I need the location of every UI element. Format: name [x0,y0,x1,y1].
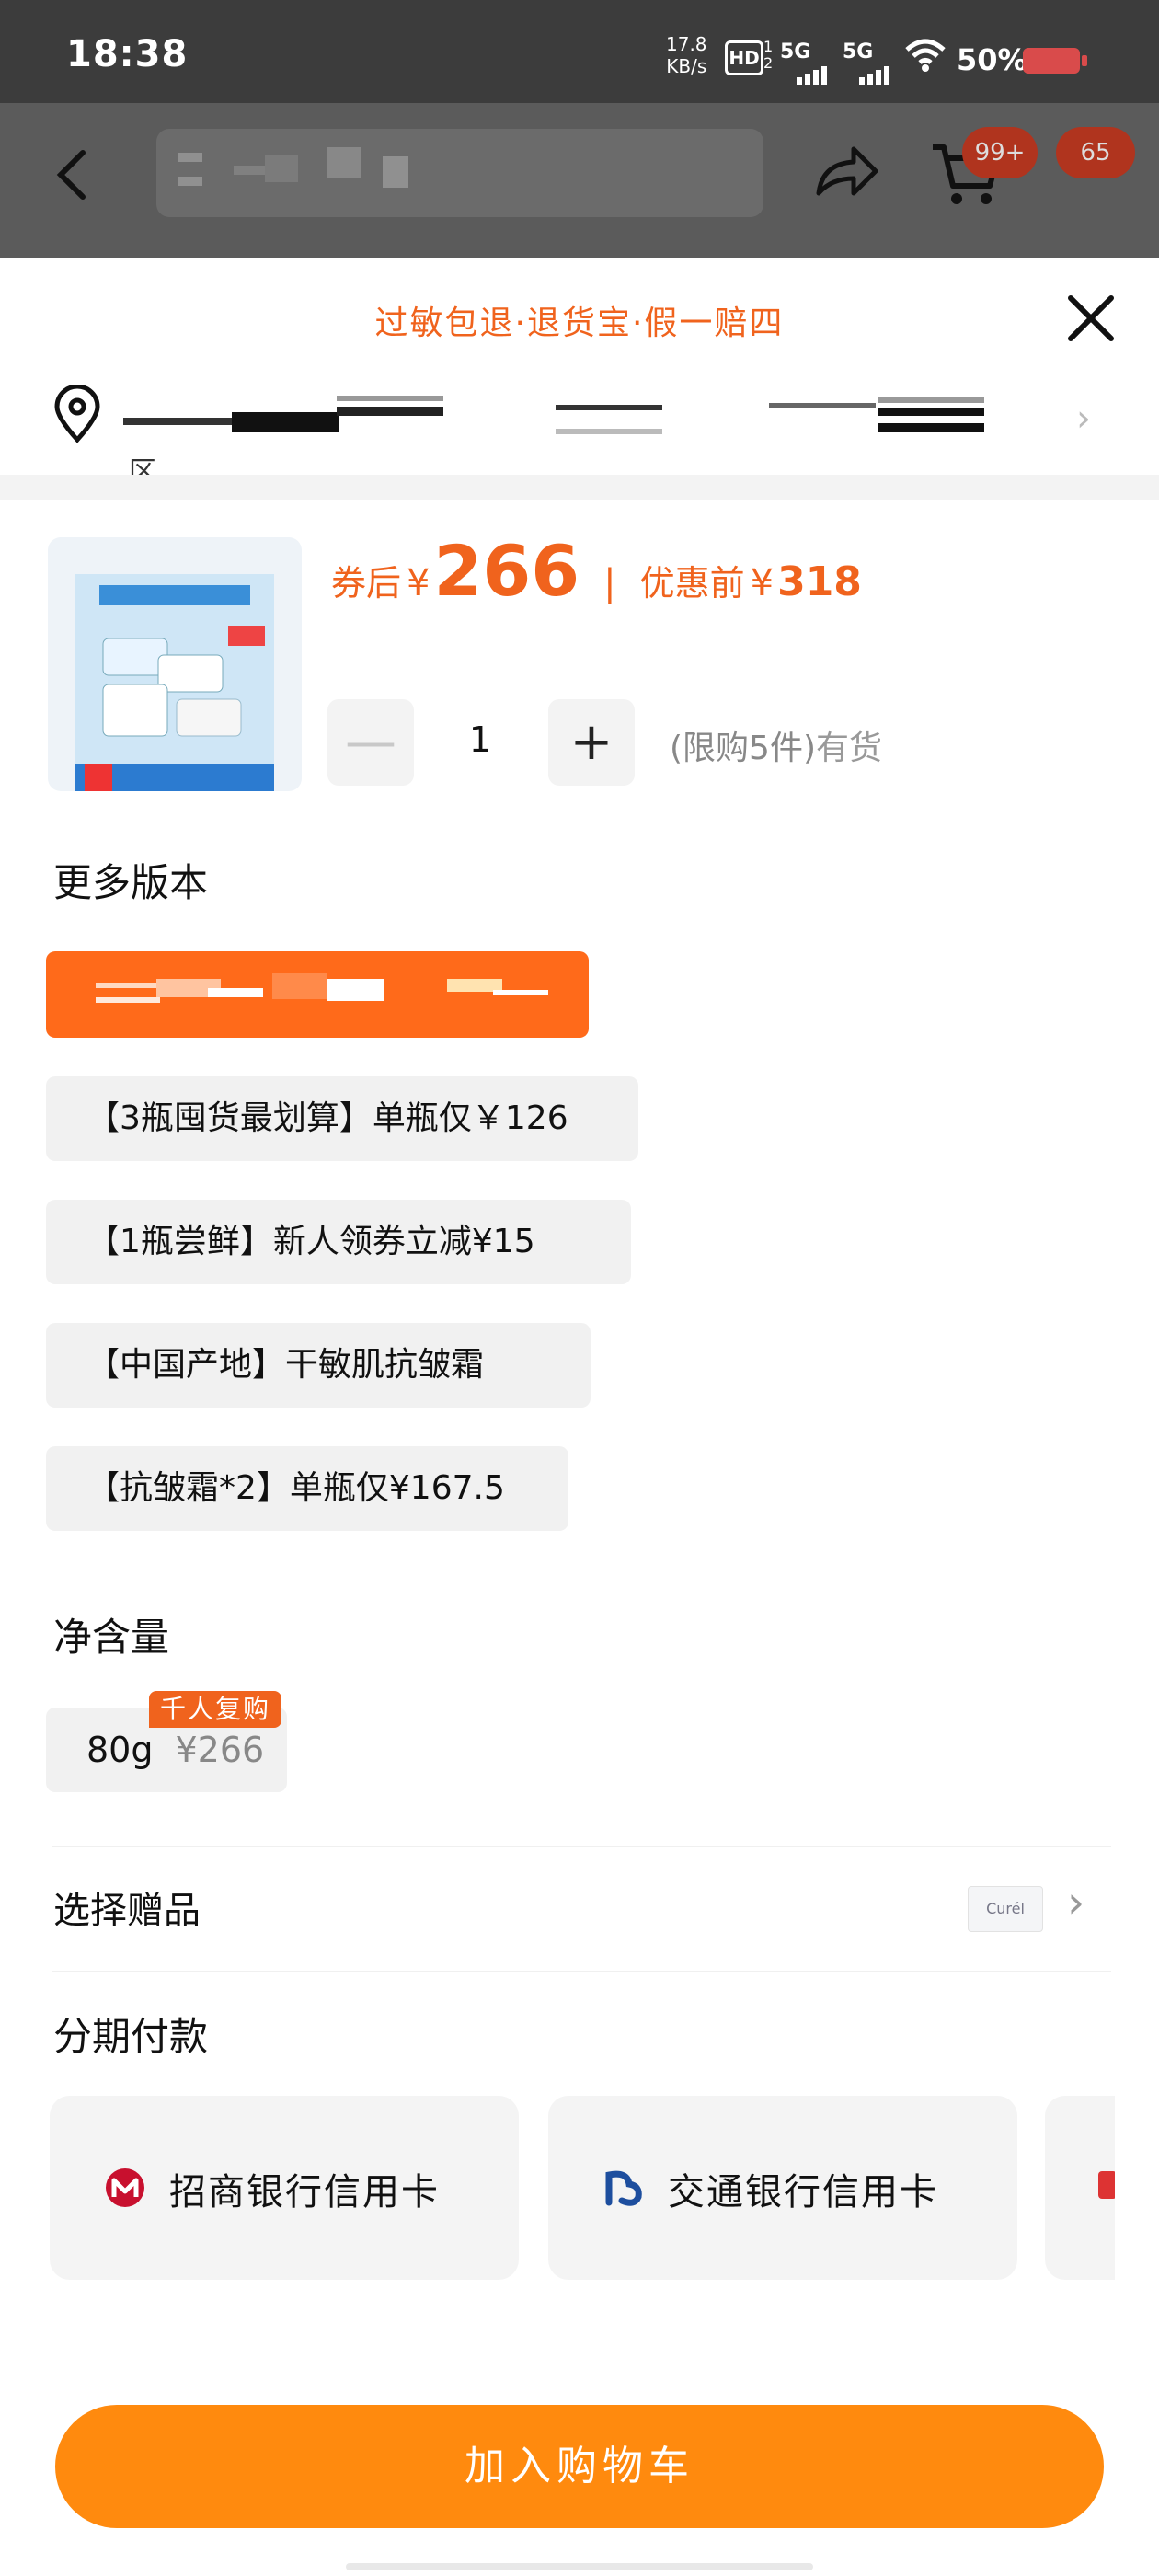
version-option-selected[interactable] [46,951,589,1038]
net-content-title: 净含量 [53,1615,170,1660]
divider [52,1846,1111,1847]
currency-symbol: ¥ [750,562,775,604]
battery-icon [1023,48,1087,74]
quantity-value[interactable]: 1 [442,719,519,760]
versions-title: 更多版本 [53,860,209,905]
search-box[interactable] [156,129,763,217]
home-indicator[interactable] [346,2563,813,2570]
version-option[interactable]: 【3瓶囤货最划算】单瓶仅￥126 [46,1076,638,1161]
coupon-price-label: 券后 [331,563,402,604]
installment-card-bocom[interactable]: 交通银行信用卡 [548,2096,1017,2280]
back-icon[interactable] [52,147,96,206]
quantity-decrease-button[interactable]: — [327,699,414,786]
price-separator: | [603,562,616,604]
location-pin-icon [52,384,103,447]
chevron-right-icon[interactable]: › [1076,397,1091,440]
limit-text: (限购5件) [670,730,816,767]
installment-card-cmb[interactable]: 招商银行信用卡 [50,2096,519,2280]
cart-count-badge: 99+ [962,127,1038,178]
net-content-price: ¥266 [175,1730,265,1770]
version-option[interactable]: 【抗皱霜*2】单瓶仅¥167.5 [46,1446,568,1531]
net-content-size: 80g [86,1730,154,1770]
cmb-bank-icon [103,2166,147,2219]
status-bar: 18:38 17.8 KB/s HD 1 2 5G 5G 50% [0,0,1159,103]
version-option[interactable]: 【中国产地】干敏肌抗皱霜 [46,1323,591,1408]
quantity-increase-button[interactable]: + [548,699,635,786]
repurchase-tag: 千人复购 [149,1691,282,1728]
net-speed-value: 17.8 [666,33,707,55]
guarantee-banner: 过敏包退·退货宝·假一赔四 [374,305,785,342]
installment-card-label: 招商银行信用卡 [169,2171,440,2214]
hd-badge: HD [725,40,763,75]
product-thumbnail[interactable] [48,537,302,791]
top-nav-dimmed: 99+ 65 [0,103,1159,258]
add-to-cart-button[interactable]: 加入购物车 [55,2405,1104,2528]
coupon-price-value: 266 [433,530,580,612]
share-icon[interactable] [813,142,879,204]
net-speed: 17.8 KB/s [666,33,707,77]
status-time: 18:38 [66,33,189,75]
purchase-limit: (限购5件)有货 [670,721,882,769]
divider [52,1971,1111,1972]
gift-thumbnail[interactable]: Curél [968,1886,1043,1932]
address-redacted[interactable] [123,396,1006,436]
currency-symbol: ¥ [407,562,430,604]
original-price-label: 优惠前 [639,563,745,604]
signal-bars-1-icon [797,52,833,85]
select-gift-label[interactable]: 选择赠品 [53,1880,201,1934]
section-divider [0,475,1159,500]
chevron-right-icon[interactable]: › [1067,1877,1084,1928]
original-price-value: 318 [777,558,862,605]
bocom-bank-icon [602,2166,646,2219]
installment-title: 分期付款 [53,2014,209,2059]
version-option[interactable]: 【1瓶尝鲜】新人领券立减¥15 [46,1200,631,1284]
signal-bars-2-icon [859,52,896,85]
message-count-badge: 65 [1056,127,1135,178]
battery-percent: 50% [957,42,1027,77]
bank-icon [1098,2171,1115,2199]
net-speed-unit: KB/s [666,55,707,77]
installment-card-label: 交通银行信用卡 [668,2171,938,2214]
stock-status: 有货 [816,730,883,767]
installment-card-more[interactable] [1045,2096,1115,2280]
price-row: 券后 ¥ 266 | 优惠前 ¥ 318 [331,530,862,612]
sim-index: 1 2 [763,38,774,72]
close-icon[interactable] [1065,293,1117,348]
wifi-icon [903,37,947,77]
